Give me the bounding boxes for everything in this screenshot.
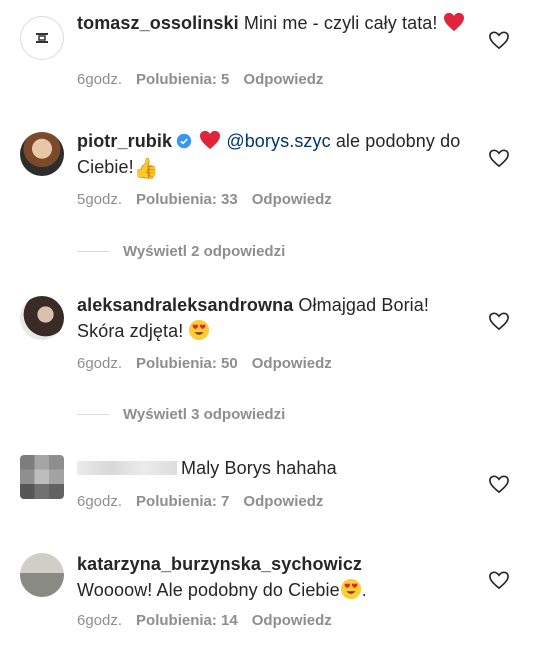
avatar[interactable] (20, 553, 64, 597)
avatar[interactable] (20, 296, 64, 340)
like-heart-icon[interactable] (488, 311, 510, 331)
divider-line (77, 414, 109, 415)
comment-meta: 6godz. Polubienia: 14 Odpowiedz (77, 612, 346, 629)
reply-button[interactable]: Odpowiedz (243, 493, 323, 510)
like-heart-icon[interactable] (488, 474, 510, 494)
like-heart-icon[interactable] (488, 148, 510, 168)
reply-button[interactable]: Odpowiedz (252, 355, 332, 372)
comment-meta: 6godz. Polubienia: 7 Odpowiedz (77, 493, 337, 510)
comment-time[interactable]: 6godz. (77, 612, 122, 629)
comment-text: piotr_rubik @borys.szyc ale podobny do C… (77, 128, 467, 182)
brand-logo-icon (36, 33, 48, 43)
heart-eyes-emoji (189, 319, 210, 341)
thumbs-up-emoji: 👍 (133, 158, 159, 180)
comment-meta: 5godz. Polubienia: 33 Odpowiedz (77, 191, 346, 208)
comment-text: aleksandraleksandrowna Ołmajgad Boria! S… (77, 292, 467, 344)
mention-link[interactable]: @borys.szyc (226, 131, 330, 151)
comment-time[interactable]: 6godz. (77, 493, 122, 510)
comment-text: katarzyna_burzynska_sychowicz Woooow! Al… (77, 551, 467, 603)
reply-button[interactable]: Odpowiedz (252, 191, 332, 208)
comment-text: Maly Borys hahaha (77, 455, 467, 481)
comment-username[interactable]: piotr_rubik (77, 131, 172, 151)
likes-count[interactable]: Polubienia: 33 (136, 191, 238, 208)
avatar[interactable] (20, 16, 64, 60)
verified-badge-icon (176, 133, 192, 149)
like-heart-icon[interactable] (488, 570, 510, 590)
view-replies-button[interactable]: Wyświetl 3 odpowiedzi (77, 406, 285, 423)
comment-meta: 6godz. Polubienia: 50 Odpowiedz (77, 355, 346, 372)
comment-time[interactable]: 5godz. (77, 191, 122, 208)
comment-username[interactable]: tomasz_ossolinski (77, 13, 239, 33)
comment-text: tomasz_ossolinski Mini me - czyli cały t… (77, 10, 467, 36)
likes-count[interactable]: Polubienia: 14 (136, 612, 238, 629)
heart-eyes-emoji (340, 578, 361, 600)
view-replies-label: Wyświetl 3 odpowiedzi (123, 406, 286, 423)
comment-body-end: . (361, 580, 367, 600)
likes-count[interactable]: Polubienia: 7 (136, 493, 229, 510)
view-replies-label: Wyświetl 2 odpowiedzi (123, 243, 286, 260)
redacted-username (77, 461, 177, 475)
red-heart-emoji (443, 12, 464, 32)
comment-meta: 6godz. Polubienia: 5 Odpowiedz (77, 71, 337, 88)
comment-body: Woooow! Ale podobny do Ciebie (77, 580, 340, 600)
comment-body: Mini me - czyli cały tata! (238, 13, 443, 33)
comment-username[interactable]: aleksandraleksandrowna (77, 295, 293, 315)
likes-count[interactable]: Polubienia: 50 (136, 355, 238, 372)
comment-time[interactable]: 6godz. (77, 71, 122, 88)
reply-button[interactable]: Odpowiedz (252, 612, 332, 629)
comment-body: Maly Borys hahaha (181, 458, 337, 478)
view-replies-button[interactable]: Wyświetl 2 odpowiedzi (77, 243, 285, 260)
likes-count[interactable]: Polubienia: 5 (136, 71, 229, 88)
comment-time[interactable]: 6godz. (77, 355, 122, 372)
avatar[interactable] (20, 455, 64, 499)
like-heart-icon[interactable] (488, 30, 510, 50)
reply-button[interactable]: Odpowiedz (243, 71, 323, 88)
divider-line (77, 251, 109, 252)
comment-username[interactable]: katarzyna_burzynska_sychowicz (77, 554, 362, 574)
red-heart-emoji (200, 130, 221, 150)
avatar[interactable] (20, 132, 64, 176)
